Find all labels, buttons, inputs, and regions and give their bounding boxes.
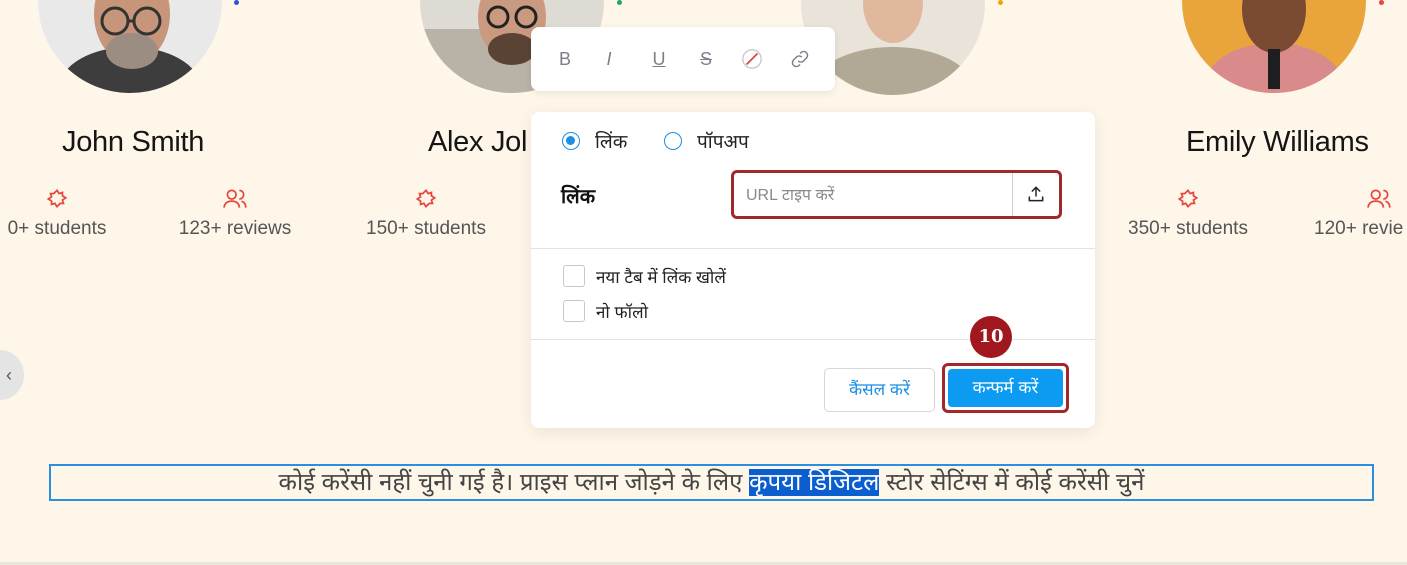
sparkle-badge-icon bbox=[44, 186, 70, 212]
format-toolbar: B I U S bbox=[531, 27, 835, 91]
users-icon bbox=[222, 186, 248, 212]
nofollow-label[interactable]: नो फॉलो bbox=[596, 300, 648, 323]
decor-dot bbox=[1379, 0, 1384, 5]
confirm-button-highlight: कन्फर्म करें bbox=[942, 363, 1069, 413]
link-dialog: लिंक पॉपअप लिंक नया टैब में लिंक खोलें न… bbox=[531, 112, 1095, 428]
radio-popup[interactable] bbox=[664, 132, 682, 150]
italic-icon: I bbox=[606, 49, 612, 69]
decor-dot bbox=[234, 0, 239, 5]
italic-button[interactable]: I bbox=[594, 45, 624, 73]
bold-button[interactable]: B bbox=[550, 45, 580, 73]
underline-icon: U bbox=[652, 49, 666, 69]
bold-icon: B bbox=[558, 49, 571, 69]
text-after: स्टोर सेटिंग्स में कोई करेंसी चुनें bbox=[879, 469, 1145, 496]
url-input[interactable] bbox=[744, 182, 1008, 210]
nofollow-checkbox[interactable] bbox=[563, 300, 585, 322]
instructor-name: Alex Jol bbox=[428, 126, 528, 158]
divider bbox=[531, 248, 1095, 249]
radio-popup-label[interactable]: पॉपअप bbox=[697, 128, 749, 154]
underline-button[interactable]: U bbox=[644, 45, 674, 73]
radio-link-label[interactable]: लिंक bbox=[595, 128, 627, 154]
stat-reviews: 120+ revie bbox=[1314, 186, 1407, 240]
decor-dot bbox=[998, 0, 1003, 5]
confirm-button[interactable]: कन्फर्म करें bbox=[948, 369, 1063, 407]
stat-label: 120+ revie bbox=[1314, 218, 1404, 239]
link-field-label: लिंक bbox=[561, 186, 596, 208]
decor-dot bbox=[617, 0, 622, 5]
stat-students: 150+ students bbox=[356, 186, 496, 240]
radio-link[interactable] bbox=[562, 132, 580, 150]
stat-label: 123+ reviews bbox=[178, 218, 292, 239]
stat-students: 350+ students bbox=[1117, 186, 1259, 240]
strikethrough-button[interactable]: S bbox=[691, 45, 721, 73]
stat-students: 0+ students bbox=[0, 186, 116, 240]
new-tab-checkbox[interactable] bbox=[563, 265, 585, 287]
instructor-avatar-john bbox=[38, 0, 222, 93]
sparkle-badge-icon bbox=[413, 186, 439, 212]
step-number-badge: 10 bbox=[970, 316, 1012, 358]
strikethrough-icon: S bbox=[699, 49, 712, 69]
stat-reviews: 123+ reviews bbox=[170, 186, 300, 240]
link-icon bbox=[791, 50, 809, 68]
text-before: कोई करेंसी नहीं चुनी गई है। प्राइस प्लान… bbox=[278, 469, 750, 496]
carousel-prev-button[interactable]: ‹ bbox=[0, 350, 24, 400]
stat-label: 0+ students bbox=[7, 218, 107, 239]
url-field-wrapper bbox=[731, 170, 1062, 219]
users-icon bbox=[1366, 186, 1392, 212]
instructor-avatar-emily bbox=[1182, 0, 1366, 93]
link-button[interactable] bbox=[785, 45, 815, 73]
sparkle-badge-icon bbox=[1175, 186, 1201, 212]
upload-icon bbox=[1028, 186, 1044, 202]
chevron-left-icon: ‹ bbox=[6, 365, 12, 385]
stat-label: 150+ students bbox=[366, 218, 486, 239]
stat-label: 350+ students bbox=[1128, 218, 1248, 239]
upload-button[interactable] bbox=[1012, 173, 1059, 216]
instructor-name: John Smith bbox=[62, 126, 205, 158]
selected-text[interactable]: कृपया डिजिटल bbox=[749, 469, 880, 496]
clear-color-button[interactable] bbox=[737, 45, 767, 73]
no-color-icon bbox=[742, 49, 762, 69]
cancel-button[interactable]: कैंसल करें bbox=[824, 368, 935, 412]
instructor-name: Emily Williams bbox=[1186, 126, 1369, 158]
editor-text-block[interactable]: कोई करेंसी नहीं चुनी गई है। प्राइस प्लान… bbox=[49, 464, 1374, 501]
new-tab-label[interactable]: नया टैब में लिंक खोलें bbox=[596, 265, 726, 288]
